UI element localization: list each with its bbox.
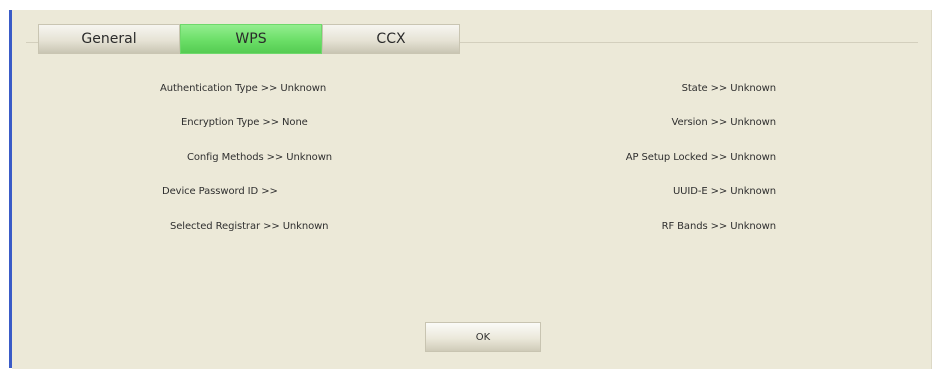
wps-properties-window: General WPS CCX Authentication Type >> U… <box>0 0 939 369</box>
uuid-e-field: UUID-E >> Unknown <box>672 186 776 197</box>
tab-general-label: General <box>81 31 137 47</box>
tab-wps-label: WPS <box>235 31 267 47</box>
state-field: State >> Unknown <box>681 83 777 94</box>
device-password-id-field: Device Password ID >> <box>162 186 278 197</box>
window-top-strip <box>12 0 939 10</box>
version-field: Version >> Unknown <box>671 117 776 128</box>
selected-registrar-field: Selected Registrar >> Unknown <box>170 221 329 232</box>
ap-setup-locked-field: AP Setup Locked >> Unknown <box>625 152 776 163</box>
tab-general[interactable]: General <box>38 24 180 54</box>
ok-button-label: OK <box>475 331 491 343</box>
tab-wps[interactable]: WPS <box>180 24 322 54</box>
ok-button[interactable]: OK <box>425 322 541 352</box>
tab-ccx-label: CCX <box>376 31 406 47</box>
authentication-type-field: Authentication Type >> Unknown <box>160 83 327 94</box>
config-methods-field: Config Methods >> Unknown <box>187 152 333 163</box>
encryption-type-field: Encryption Type >> None <box>181 117 308 128</box>
tab-ccx[interactable]: CCX <box>322 24 460 54</box>
rf-bands-field: RF Bands >> Unknown <box>661 221 777 232</box>
